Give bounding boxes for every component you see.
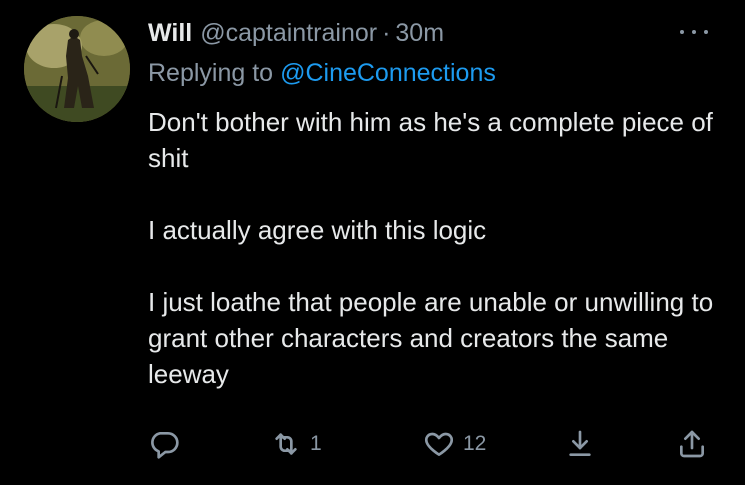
like-count: 12 xyxy=(463,432,487,455)
reply-button[interactable] xyxy=(148,424,180,464)
reply-icon xyxy=(151,432,179,459)
separator: · xyxy=(382,18,391,47)
retweet-button[interactable]: 1 xyxy=(270,424,322,464)
retweet-count: 1 xyxy=(310,432,322,455)
tweet-text: Don't bother with him as he's a complete… xyxy=(148,104,728,392)
display-name[interactable]: Will xyxy=(148,19,192,48)
avatar-image xyxy=(24,16,130,122)
retweet-icon xyxy=(275,433,297,455)
tweet-paragraph: I actually agree with this logic xyxy=(148,215,487,245)
share-button[interactable] xyxy=(676,424,708,464)
heart-icon xyxy=(425,432,453,456)
tweet-paragraph: Don't bother with him as he's a complete… xyxy=(148,107,713,173)
tweet-paragraph: I just loathe that people are unable or … xyxy=(148,287,714,389)
tweet[interactable]: Will @captaintrainor · 30m Replying to @… xyxy=(0,0,745,485)
action-bar: 1 12 xyxy=(146,424,716,464)
more-options-icon[interactable] xyxy=(680,22,708,42)
replying-prefix: Replying to xyxy=(148,58,274,87)
download-button[interactable] xyxy=(564,424,596,464)
timestamp[interactable]: 30m xyxy=(395,19,444,48)
share-icon xyxy=(680,430,704,458)
like-button[interactable]: 12 xyxy=(423,424,486,464)
avatar[interactable] xyxy=(24,16,130,122)
user-handle[interactable]: @captaintrainor xyxy=(200,19,377,48)
replying-to: Replying to @CineConnections xyxy=(148,56,496,90)
download-icon xyxy=(569,430,591,456)
replying-to-mention[interactable]: @CineConnections xyxy=(280,59,496,88)
tweet-header: Will @captaintrainor · 30m xyxy=(148,16,444,50)
